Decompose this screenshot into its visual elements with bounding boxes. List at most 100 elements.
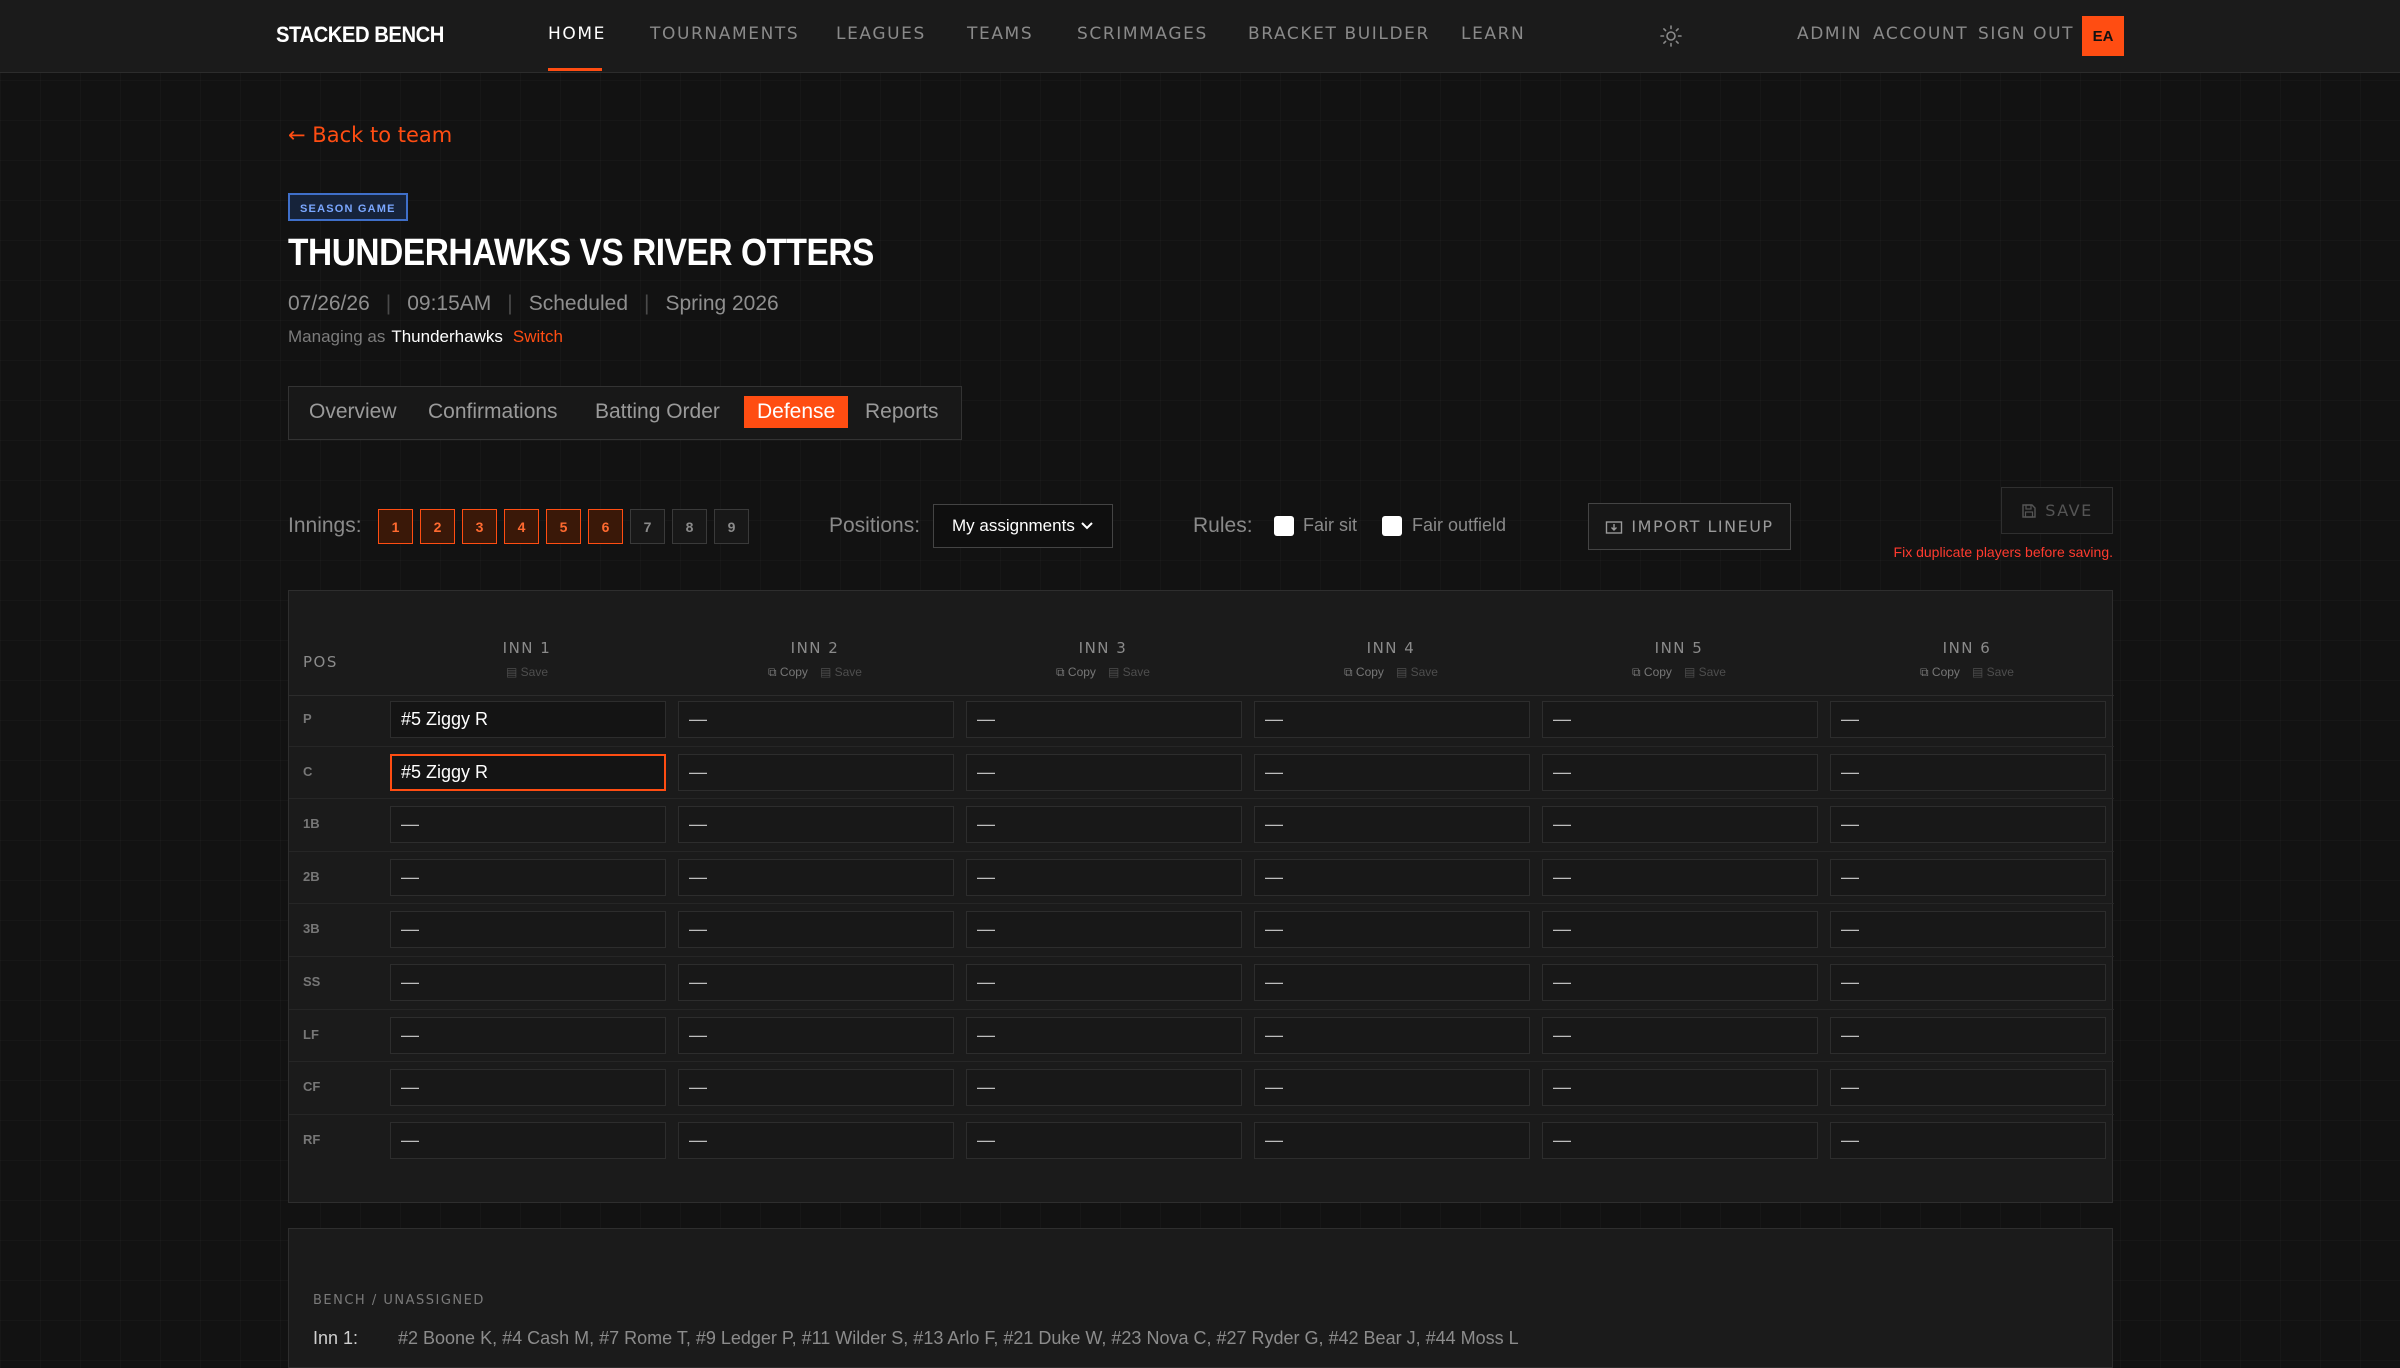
inning-toggle-4[interactable]: 4 [504,509,539,544]
save-inning-button[interactable]: ▤ Save [506,665,548,679]
assignment-cell-3b-inn4[interactable]: — [1254,911,1530,948]
assignment-cell-c-inn4[interactable]: — [1254,754,1530,791]
tab-overview[interactable]: Overview [309,400,397,424]
save-inning-button[interactable]: ▤ Save [820,665,862,679]
save-button[interactable]: SAVE [2001,487,2113,534]
assignment-cell-1b-inn6[interactable]: — [1830,806,2106,843]
inning-toggle-2[interactable]: 2 [420,509,455,544]
assignment-cell-3b-inn6[interactable]: — [1830,911,2106,948]
assignment-cell-ss-inn1[interactable]: — [390,964,666,1001]
copy-inning-button[interactable]: ⧉ Copy [1920,665,1960,679]
copy-inning-button[interactable]: ⧉ Copy [1056,665,1096,679]
assignment-cell-rf-inn5[interactable]: — [1542,1122,1818,1159]
tab-defense[interactable]: Defense [744,396,849,428]
assignment-cell-2b-inn4[interactable]: — [1254,859,1530,896]
assignment-cell-ss-inn2[interactable]: — [678,964,954,1001]
assignment-cell-3b-inn2[interactable]: — [678,911,954,948]
assignment-cell-rf-inn1[interactable]: — [390,1122,666,1159]
assignment-cell-cf-inn5[interactable]: — [1542,1069,1818,1106]
assignment-cell-2b-inn1[interactable]: — [390,859,666,896]
save-inning-button[interactable]: ▤ Save [1396,665,1438,679]
assignment-cell-c-inn5[interactable]: — [1542,754,1818,791]
assignment-cell-p-inn4[interactable]: — [1254,701,1530,738]
brand-logo[interactable]: STACKED BENCH [276,22,444,48]
nav-leagues[interactable]: LEAGUES [836,24,926,44]
nav-home[interactable]: HOME [548,24,606,44]
assignment-cell-2b-inn3[interactable]: — [966,859,1242,896]
save-inning-button[interactable]: ▤ Save [1108,665,1150,679]
assignment-cell-ss-inn4[interactable]: — [1254,964,1530,1001]
assignment-cell-2b-inn5[interactable]: — [1542,859,1818,896]
tab-reports[interactable]: Reports [865,400,939,424]
assignment-cell-ss-inn5[interactable]: — [1542,964,1818,1001]
assignment-cell-lf-inn3[interactable]: — [966,1017,1242,1054]
assignment-cell-p-inn6[interactable]: — [1830,701,2106,738]
nav-tournaments[interactable]: TOURNAMENTS [650,24,799,44]
assignment-cell-1b-inn4[interactable]: — [1254,806,1530,843]
inning-toggle-6[interactable]: 6 [588,509,623,544]
assignment-cell-ss-inn3[interactable]: — [966,964,1242,1001]
assignment-cell-1b-inn1[interactable]: — [390,806,666,843]
nav-scrimmages[interactable]: SCRIMMAGES [1077,24,1208,44]
nav-bracket-builder[interactable]: BRACKET BUILDER [1248,24,1430,44]
assignment-cell-c-inn3[interactable]: — [966,754,1242,791]
assignment-cell-c-inn1[interactable]: #5 Ziggy R [390,754,666,791]
inning-toggle-3[interactable]: 3 [462,509,497,544]
switch-team-link[interactable]: Switch [513,327,563,346]
assignment-cell-1b-inn3[interactable]: — [966,806,1242,843]
assignment-cell-2b-inn6[interactable]: — [1830,859,2106,896]
avatar[interactable]: EA [2082,16,2124,56]
save-inning-button[interactable]: ▤ Save [1684,665,1726,679]
assignment-cell-rf-inn2[interactable]: — [678,1122,954,1159]
assignment-cell-3b-inn1[interactable]: — [390,911,666,948]
fair-sit-checkbox[interactable] [1274,516,1294,536]
assignment-cell-p-inn1[interactable]: #5 Ziggy R [390,701,666,738]
back-to-team-link[interactable]: ← Back to team [288,123,452,147]
assignment-cell-rf-inn3[interactable]: — [966,1122,1242,1159]
nav-sign-out[interactable]: SIGN OUT [1978,24,2074,44]
assignment-cell-cf-inn2[interactable]: — [678,1069,954,1106]
tab-confirmations[interactable]: Confirmations [428,400,558,424]
assignment-cell-rf-inn4[interactable]: — [1254,1122,1530,1159]
copy-inning-button[interactable]: ⧉ Copy [768,665,808,679]
theme-toggle-sun-icon[interactable] [1659,24,1683,48]
assignment-cell-3b-inn5[interactable]: — [1542,911,1818,948]
nav-admin[interactable]: ADMIN [1797,24,1862,44]
assignment-cell-p-inn2[interactable]: — [678,701,954,738]
tab-batting-order[interactable]: Batting Order [595,400,720,424]
assignment-cell-lf-inn5[interactable]: — [1542,1017,1818,1054]
nav-teams[interactable]: TEAMS [967,24,1033,44]
nav-learn[interactable]: LEARN [1461,24,1525,44]
assignment-cell-rf-inn6[interactable]: — [1830,1122,2106,1159]
assignment-cell-c-inn2[interactable]: — [678,754,954,791]
assignment-cell-p-inn3[interactable]: — [966,701,1242,738]
positions-select[interactable]: My assignments [933,504,1113,548]
assignment-cell-ss-inn6[interactable]: — [1830,964,2106,1001]
inning-toggle-7[interactable]: 7 [630,509,665,544]
copy-inning-button[interactable]: ⧉ Copy [1632,665,1672,679]
assignment-cell-1b-inn2[interactable]: — [678,806,954,843]
copy-inning-button[interactable]: ⧉ Copy [1344,665,1384,679]
assignment-cell-2b-inn2[interactable]: — [678,859,954,896]
inning-toggle-8[interactable]: 8 [672,509,707,544]
assignment-cell-3b-inn3[interactable]: — [966,911,1242,948]
assignment-cell-cf-inn4[interactable]: — [1254,1069,1530,1106]
assignment-cell-cf-inn1[interactable]: — [390,1069,666,1106]
inning-toggle-5[interactable]: 5 [546,509,581,544]
assignment-cell-lf-inn6[interactable]: — [1830,1017,2106,1054]
assignment-cell-cf-inn3[interactable]: — [966,1069,1242,1106]
assignment-cell-1b-inn5[interactable]: — [1542,806,1818,843]
inning-toggle-9[interactable]: 9 [714,509,749,544]
assignment-cell-lf-inn1[interactable]: — [390,1017,666,1054]
assignment-cell-p-inn5[interactable]: — [1542,701,1818,738]
nav-account[interactable]: ACCOUNT [1873,24,1968,44]
assignment-cell-c-inn6[interactable]: — [1830,754,2106,791]
meta-divider: | [507,292,513,315]
assignment-cell-lf-inn2[interactable]: — [678,1017,954,1054]
assignment-cell-lf-inn4[interactable]: — [1254,1017,1530,1054]
import-lineup-button[interactable]: IMPORT LINEUP [1588,503,1791,550]
fair-outfield-checkbox[interactable] [1382,516,1402,536]
save-inning-button[interactable]: ▤ Save [1972,665,2014,679]
inning-toggle-1[interactable]: 1 [378,509,413,544]
assignment-cell-cf-inn6[interactable]: — [1830,1069,2106,1106]
